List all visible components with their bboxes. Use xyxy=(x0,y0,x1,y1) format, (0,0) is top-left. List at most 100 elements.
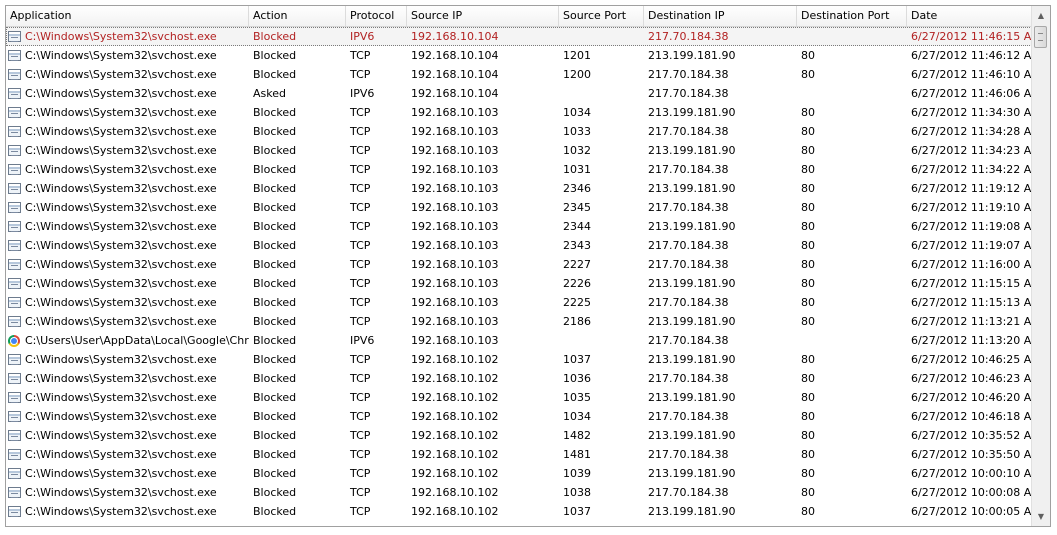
table-row[interactable]: C:\Windows\System32\svchost.exe Blocked TC… xyxy=(6,350,1032,369)
exe-icon xyxy=(8,88,21,99)
table-row[interactable]: C:\Windows\System32\svchost.exe Blocked TC… xyxy=(6,141,1032,160)
source-port-cell xyxy=(559,84,644,103)
table-row[interactable]: C:\Windows\System32\svchost.exe Blocked TC… xyxy=(6,388,1032,407)
destination-ip-cell: 217.70.184.38 xyxy=(648,87,729,100)
destination-ip-cell: 217.70.184.38 xyxy=(648,163,729,176)
source-port-cell: 1037 xyxy=(563,353,591,366)
destination-port-cell: 80 xyxy=(801,220,815,233)
scrollbar-thumb[interactable] xyxy=(1034,26,1047,48)
application-cell: C:\Windows\System32\svchost.exe xyxy=(6,160,249,179)
source-ip-cell: 192.168.10.103 xyxy=(411,144,499,157)
exe-icon xyxy=(8,69,21,80)
table-row[interactable]: C:\Users\User\AppData\Local\Google\Chro.… xyxy=(6,331,1032,350)
table-row[interactable]: C:\Windows\System32\svchost.exe Blocked TC… xyxy=(6,293,1032,312)
table-row[interactable]: C:\Windows\System32\svchost.exe Blocked TC… xyxy=(6,65,1032,84)
date-cell: 6/27/2012 10:46:18 AM xyxy=(911,410,1032,423)
application-cell: C:\Windows\System32\svchost.exe xyxy=(6,84,249,103)
table-row[interactable]: C:\Windows\System32\svchost.exe Blocked TC… xyxy=(6,426,1032,445)
action-cell: Blocked xyxy=(253,372,297,385)
destination-port-cell: 80 xyxy=(801,182,815,195)
application-path: C:\Windows\System32\svchost.exe xyxy=(25,68,217,81)
table-row[interactable]: C:\Windows\System32\svchost.exe Asked IPV6… xyxy=(6,84,1032,103)
table-row[interactable]: C:\Windows\System32\svchost.exe Blocked TC… xyxy=(6,179,1032,198)
source-ip-cell: 192.168.10.103 xyxy=(411,201,499,214)
destination-ip-cell: 213.199.181.90 xyxy=(648,467,736,480)
source-ip-cell: 192.168.10.102 xyxy=(411,353,499,366)
table-row[interactable]: C:\Windows\System32\svchost.exe Blocked TC… xyxy=(6,236,1032,255)
action-cell: Blocked xyxy=(253,220,297,233)
exe-icon xyxy=(8,392,21,403)
exe-icon xyxy=(8,430,21,441)
protocol-cell: TCP xyxy=(350,315,371,328)
source-port-cell: 1200 xyxy=(563,68,591,81)
table-row[interactable]: C:\Windows\System32\svchost.exe Blocked TC… xyxy=(6,502,1032,521)
table-row[interactable]: C:\Windows\System32\svchost.exe Blocked TC… xyxy=(6,103,1032,122)
column-header-action[interactable]: Action xyxy=(249,6,346,26)
source-port-cell: 1034 xyxy=(563,106,591,119)
date-cell: 6/27/2012 10:00:10 AM xyxy=(911,467,1032,480)
table-row[interactable]: C:\Windows\System32\svchost.exe Blocked TC… xyxy=(6,198,1032,217)
vertical-scrollbar[interactable]: ▲ ▼ xyxy=(1031,6,1050,526)
table-row[interactable]: C:\Windows\System32\svchost.exe Blocked TC… xyxy=(6,217,1032,236)
application-cell: C:\Windows\System32\svchost.exe xyxy=(6,179,249,198)
protocol-cell: TCP xyxy=(350,182,371,195)
table-row[interactable]: C:\Windows\System32\svchost.exe Blocked IP… xyxy=(6,27,1032,46)
column-header-protocol[interactable]: Protocol xyxy=(346,6,407,26)
table-row[interactable]: C:\Windows\System32\svchost.exe Blocked TC… xyxy=(6,464,1032,483)
table-row[interactable]: C:\Windows\System32\svchost.exe Blocked TC… xyxy=(6,274,1032,293)
column-header-source-port[interactable]: Source Port xyxy=(559,6,644,26)
destination-port-cell: 80 xyxy=(801,296,815,309)
application-path: C:\Windows\System32\svchost.exe xyxy=(25,372,217,385)
application-cell: C:\Windows\System32\svchost.exe xyxy=(6,65,249,84)
table-row[interactable]: C:\Windows\System32\svchost.exe Blocked TC… xyxy=(6,445,1032,464)
table-row[interactable]: C:\Windows\System32\svchost.exe Blocked TC… xyxy=(6,46,1032,65)
protocol-cell: TCP xyxy=(350,201,371,214)
table-row[interactable]: C:\Windows\System32\svchost.exe Blocked TC… xyxy=(6,160,1032,179)
column-header-application[interactable]: Application xyxy=(6,6,249,26)
source-ip-cell: 192.168.10.103 xyxy=(411,106,499,119)
source-ip-cell: 192.168.10.103 xyxy=(411,163,499,176)
application-cell: C:\Windows\System32\svchost.exe xyxy=(6,255,249,274)
table-row[interactable]: C:\Windows\System32\svchost.exe Blocked TC… xyxy=(6,407,1032,426)
action-cell: Blocked xyxy=(253,410,297,423)
action-cell: Asked xyxy=(253,87,286,100)
table-row[interactable]: C:\Windows\System32\svchost.exe Blocked TC… xyxy=(6,122,1032,141)
table-row[interactable]: C:\Windows\System32\svchost.exe Blocked TC… xyxy=(6,369,1032,388)
scroll-up-arrow-icon[interactable]: ▲ xyxy=(1033,7,1049,23)
destination-port-cell: 80 xyxy=(801,125,815,138)
source-port-cell: 2186 xyxy=(563,315,591,328)
column-header-destination-port[interactable]: Destination Port xyxy=(797,6,907,26)
protocol-cell: TCP xyxy=(350,220,371,233)
table-row[interactable]: C:\Windows\System32\svchost.exe Blocked TC… xyxy=(6,312,1032,331)
chrome-icon xyxy=(8,334,20,347)
column-header-source-ip[interactable]: Source IP xyxy=(407,6,559,26)
application-path: C:\Windows\System32\svchost.exe xyxy=(25,353,217,366)
destination-port-cell: 80 xyxy=(801,467,815,480)
date-cell: 6/27/2012 11:15:15 AM xyxy=(911,277,1032,290)
column-header-destination-ip[interactable]: Destination IP xyxy=(644,6,797,26)
destination-ip-cell: 213.199.181.90 xyxy=(648,144,736,157)
exe-icon xyxy=(8,354,21,365)
source-ip-cell: 192.168.10.102 xyxy=(411,372,499,385)
date-cell: 6/27/2012 11:19:10 AM xyxy=(911,201,1032,214)
action-cell: Blocked xyxy=(253,201,297,214)
action-cell: Blocked xyxy=(253,315,297,328)
date-cell: 6/27/2012 11:46:06 AM xyxy=(911,87,1032,100)
action-cell: Blocked xyxy=(253,277,297,290)
destination-ip-cell: 217.70.184.38 xyxy=(648,239,729,252)
table-row[interactable]: C:\Windows\System32\svchost.exe Blocked TC… xyxy=(6,255,1032,274)
application-cell: C:\Windows\System32\svchost.exe xyxy=(6,217,249,236)
protocol-cell: TCP xyxy=(350,353,371,366)
destination-port-cell: 80 xyxy=(801,372,815,385)
destination-port-cell: 80 xyxy=(801,353,815,366)
protocol-cell: TCP xyxy=(350,372,371,385)
application-cell: C:\Windows\System32\svchost.exe xyxy=(6,369,249,388)
destination-ip-cell: 213.199.181.90 xyxy=(648,391,736,404)
destination-ip-cell: 213.199.181.90 xyxy=(648,182,736,195)
protocol-cell: TCP xyxy=(350,163,371,176)
scroll-down-arrow-icon[interactable]: ▼ xyxy=(1033,508,1049,524)
column-header-date[interactable]: Date xyxy=(907,6,1032,26)
table-row[interactable]: C:\Windows\System32\svchost.exe Blocked TC… xyxy=(6,483,1032,502)
date-cell: 6/27/2012 10:46:23 AM xyxy=(911,372,1032,385)
protocol-cell: TCP xyxy=(350,505,371,518)
